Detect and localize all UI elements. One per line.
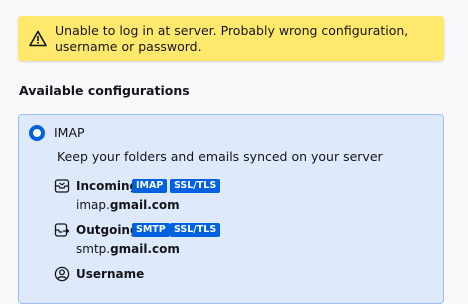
warning-triangle-icon <box>29 30 47 47</box>
user-icon <box>54 266 70 282</box>
incoming-protocol-badge: IMAP <box>132 179 168 193</box>
imap-radio-button[interactable] <box>29 125 45 141</box>
login-error-banner: Unable to log in at server. Probably wro… <box>18 16 444 61</box>
outgoing-host: smtp.gmail.com <box>76 242 180 256</box>
login-error-message: Unable to log in at server. Probably wro… <box>55 23 409 54</box>
inbox-icon <box>54 179 70 193</box>
incoming-label: Incoming <box>76 179 139 193</box>
outgoing-protocol-badge: SMTP <box>132 223 170 237</box>
configuration-option-imap[interactable]: IMAP Keep your folders and emails synced… <box>18 114 444 304</box>
configuration-description: Keep your folders and emails synced on y… <box>57 149 383 164</box>
configuration-name: IMAP <box>54 125 85 140</box>
outbox-icon <box>54 223 70 237</box>
available-configurations-heading: Available configurations <box>19 83 190 98</box>
outgoing-security-badge: SSL/TLS <box>170 223 221 237</box>
username-label: Username <box>76 267 145 281</box>
outgoing-label: Outgoing <box>76 223 139 237</box>
incoming-host: imap.gmail.com <box>76 198 180 212</box>
incoming-security-badge: SSL/TLS <box>170 179 221 193</box>
